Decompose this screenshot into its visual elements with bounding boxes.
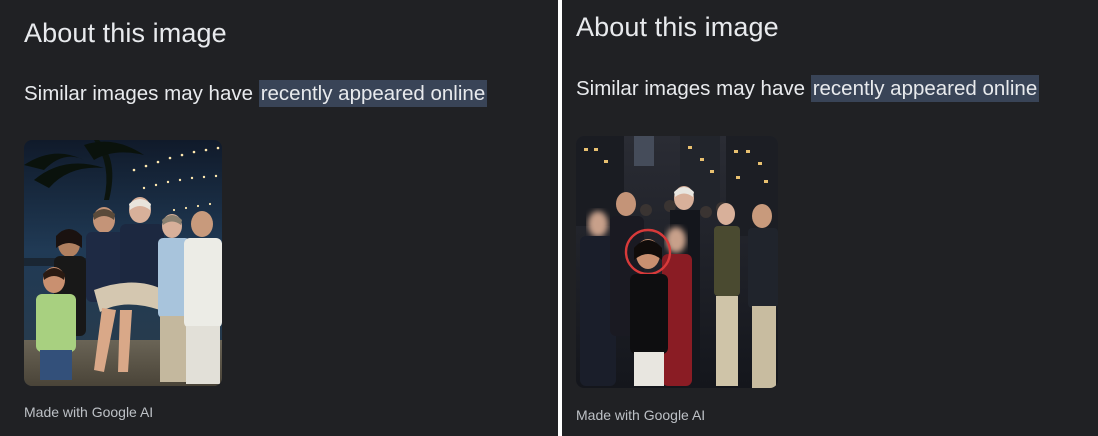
about-image-panel-right: About this image Similar images may have… xyxy=(562,0,1098,436)
beach-group-photo xyxy=(24,140,222,386)
panel-title: About this image xyxy=(24,18,227,48)
panel-title: About this image xyxy=(576,12,779,42)
city-group-photo xyxy=(576,136,778,388)
similar-images-text: Similar images may have recently appeare… xyxy=(576,75,1040,102)
recently-appeared-online-link[interactable]: recently appeared online xyxy=(810,75,1040,102)
recently-appeared-online-link[interactable]: recently appeared online xyxy=(258,80,488,107)
made-with-google-ai-label: Made with Google AI xyxy=(24,404,154,420)
about-image-panel-left: About this image Similar images may have… xyxy=(0,0,558,436)
subtitle-prefix: Similar images may have xyxy=(24,82,259,105)
result-thumbnail-city-group[interactable] xyxy=(576,136,778,388)
subtitle-prefix: Similar images may have xyxy=(576,77,811,100)
result-thumbnail-beach-group[interactable] xyxy=(24,140,222,386)
made-with-google-ai-label: Made with Google AI xyxy=(576,407,706,423)
similar-images-text: Similar images may have recently appeare… xyxy=(24,80,488,107)
screenshot-comparison: About this image Similar images may have… xyxy=(0,0,1098,436)
